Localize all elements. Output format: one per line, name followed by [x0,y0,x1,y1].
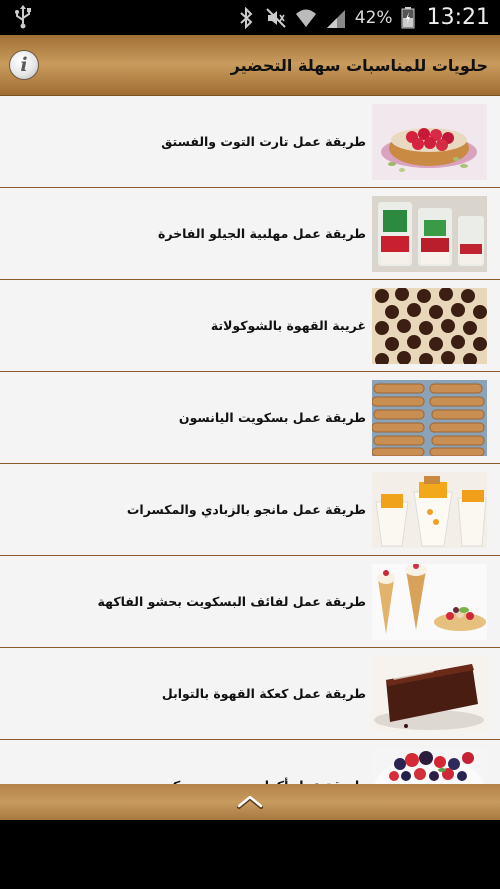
recipe-list[interactable]: طريقة عمل تارت التوت والفستق طريقة عمل م… [0,96,500,784]
status-bar: 42% 13:21 [0,0,500,35]
bottom-bar [0,784,500,820]
recipe-title: طريقة عمل لفائف البسكويت بحشو الفاكهة [97,594,366,609]
recipe-title: غريبة القهوة بالشوكولاتة [210,318,366,333]
recipe-title: طريقة عمل مهلبية الجيلو الفاخرة [157,226,366,241]
mango-yogurt-photo [372,472,487,548]
berry-cups-photo [372,748,487,784]
wifi-icon [295,9,316,27]
biscuit-cones-photo [372,564,487,640]
list-item[interactable]: طريقة عمل أكواب توت مع بسكويت [0,740,500,784]
recipe-title: طريقة عمل تارت التوت والفستق [161,134,366,149]
signal-icon [326,9,345,28]
list-item[interactable]: طريقة عمل مانجو بالزبادي والمكسرات [0,464,500,556]
raspberry-tart-photo [372,104,487,180]
app-title: حلويات للمناسبات سهلة التحضير [230,56,488,75]
bluetooth-icon [240,6,253,29]
battery-icon [401,6,415,28]
chevron-up-icon[interactable] [236,792,264,812]
clock: 13:21 [426,5,490,30]
recipe-title: طريقة عمل بسكويت اليانسون [178,410,366,425]
chocolate-cookies-photo [372,288,487,364]
recipe-title: طريقة عمل أكواب توت مع بسكويت [147,740,366,784]
usb-icon [15,5,31,29]
info-icon[interactable]: i [9,50,39,80]
recipe-title: طريقة عمل مانجو بالزبادي والمكسرات [126,502,366,517]
info-glyph: i [20,53,28,76]
mute-icon [266,7,286,28]
list-item[interactable]: طريقة عمل مهلبية الجيلو الفاخرة [0,188,500,280]
recipe-title: طريقة عمل كعكة القهوة بالتوابل [161,686,366,701]
jello-cups-photo [372,196,487,272]
app-bar: i حلويات للمناسبات سهلة التحضير [0,35,500,96]
list-item[interactable]: غريبة القهوة بالشوكولاتة [0,280,500,372]
list-item[interactable]: طريقة عمل لفائف البسكويت بحشو الفاكهة [0,556,500,648]
coffee-cake-photo [372,656,487,732]
navigation-area [0,820,500,889]
list-item[interactable]: طريقة عمل كعكة القهوة بالتوابل [0,648,500,740]
battery-percent: 42% [354,7,393,28]
list-item[interactable]: طريقة عمل تارت التوت والفستق [0,96,500,188]
list-item[interactable]: طريقة عمل بسكويت اليانسون [0,372,500,464]
anise-biscuits-photo [372,380,487,456]
